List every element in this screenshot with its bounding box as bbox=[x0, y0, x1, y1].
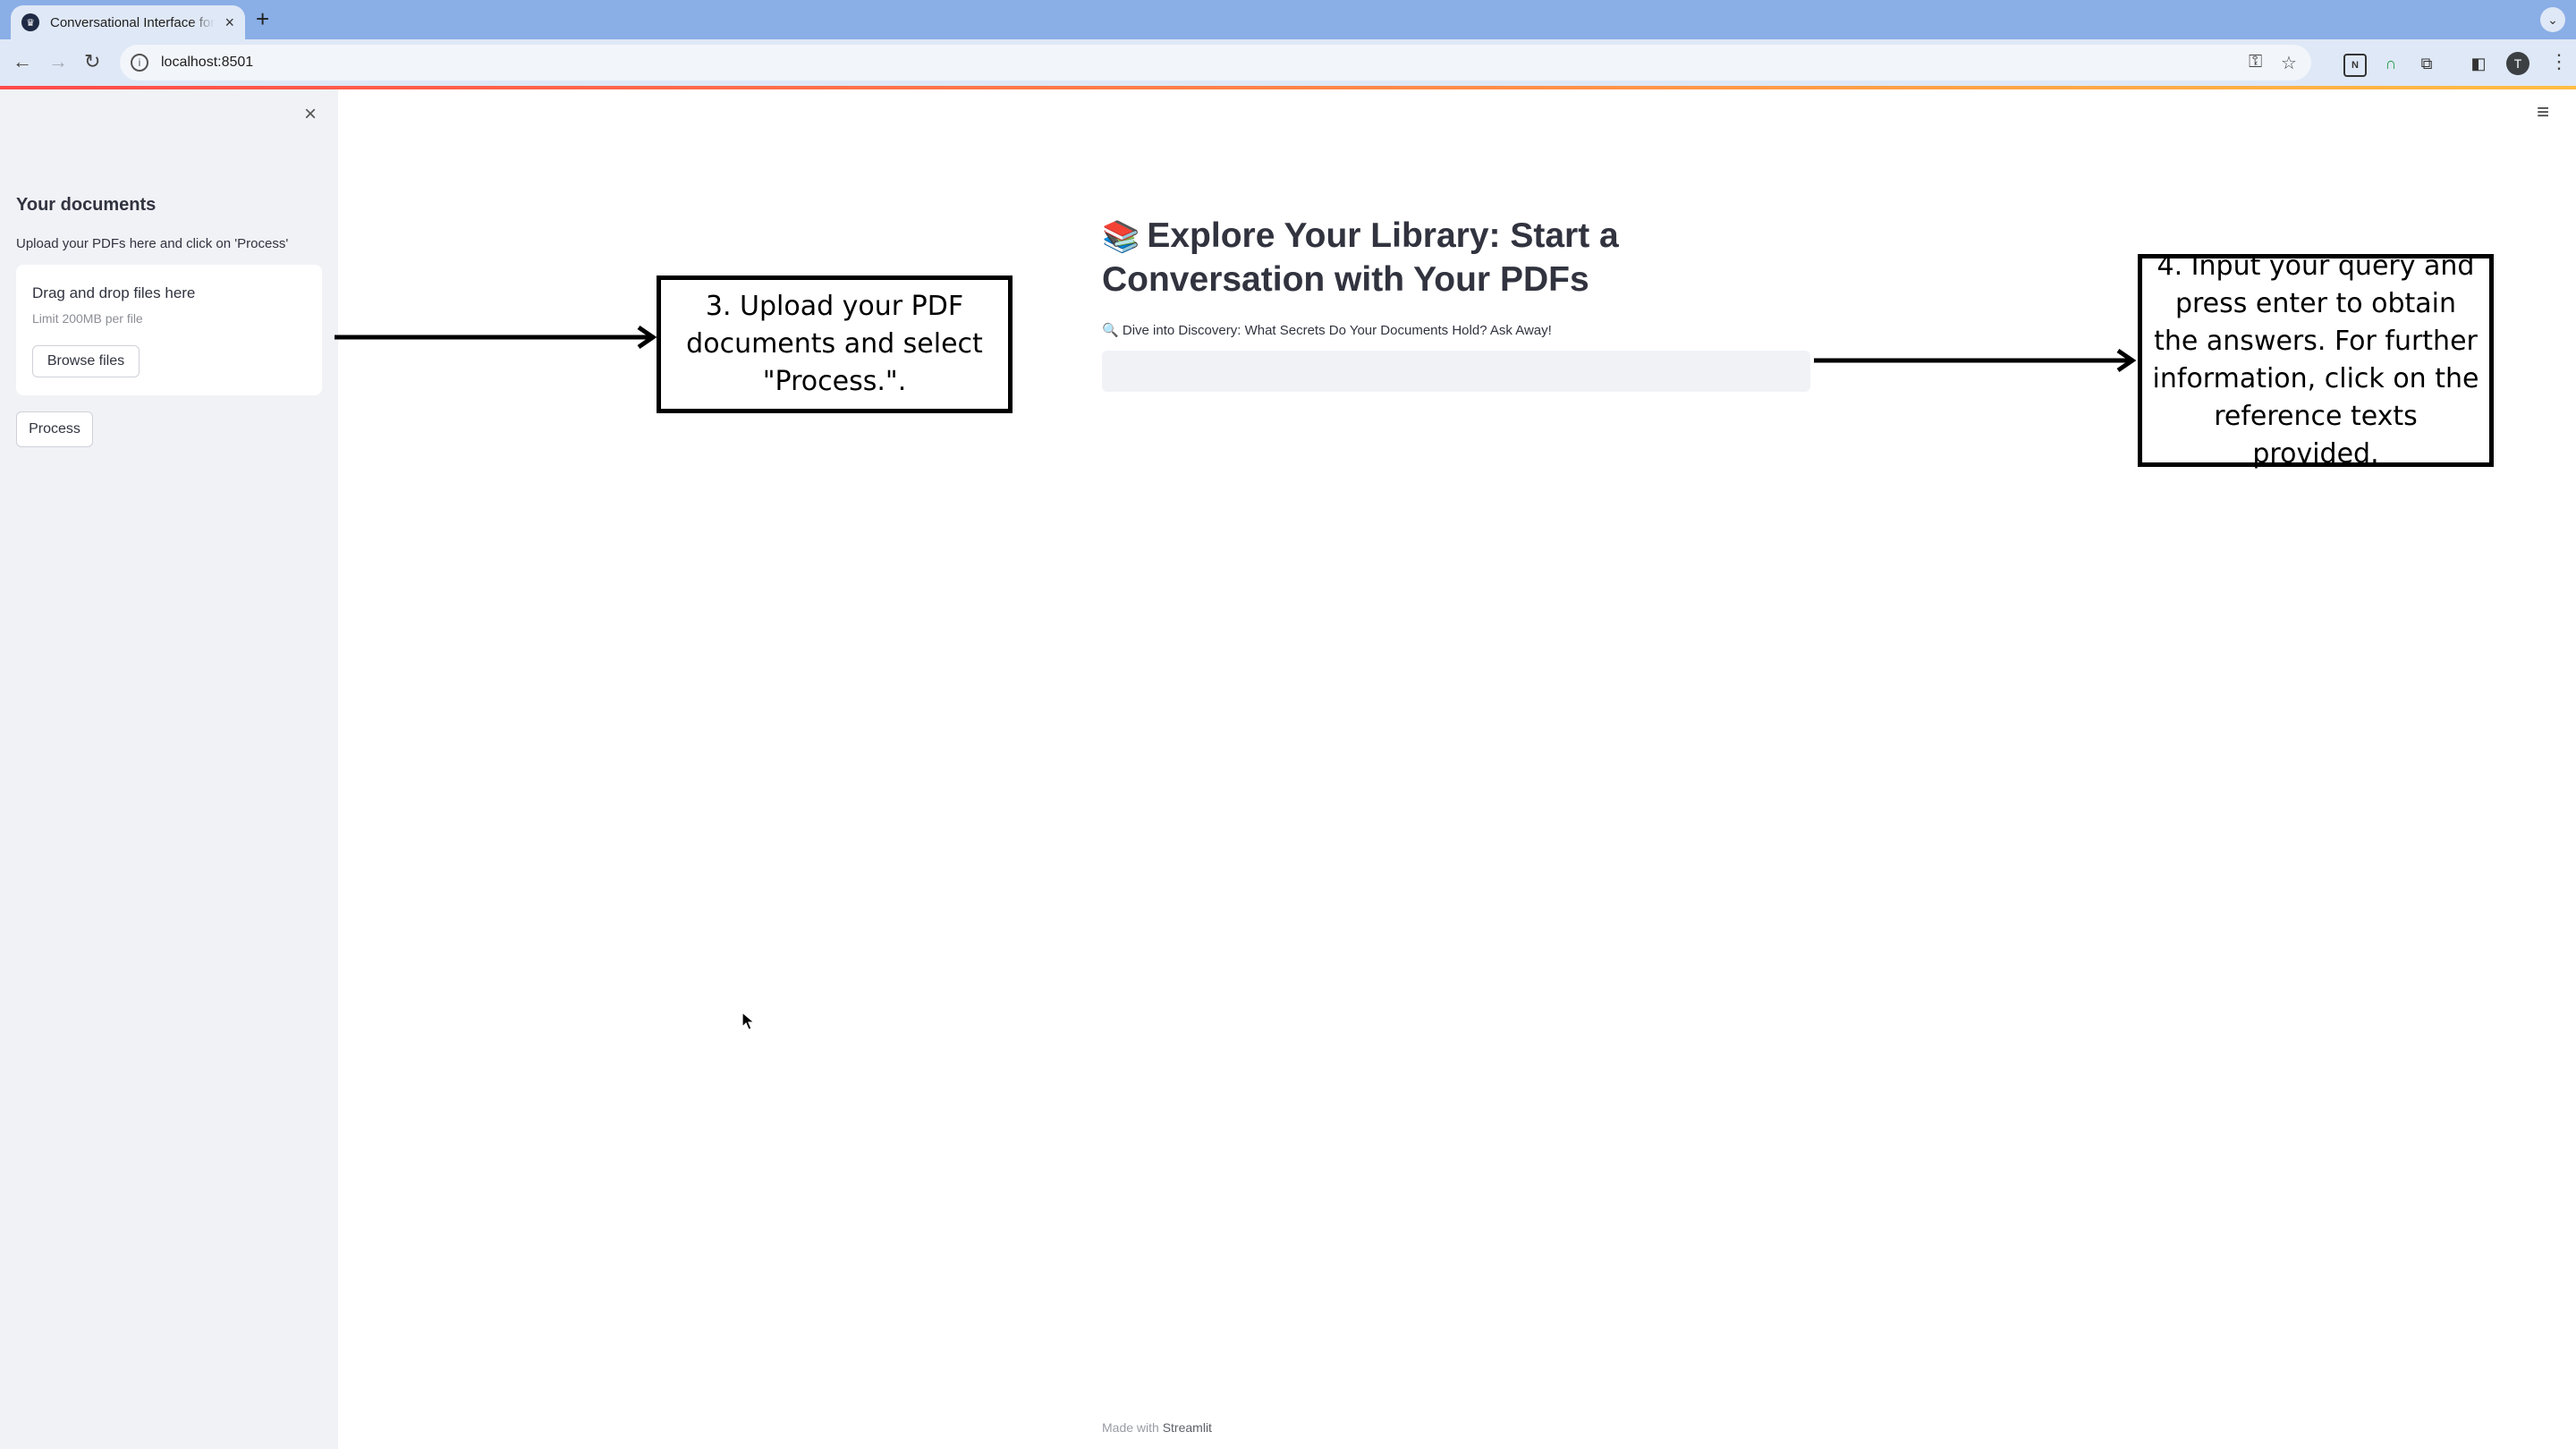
profile-avatar[interactable]: T bbox=[2506, 52, 2529, 75]
tab-close-icon[interactable]: × bbox=[225, 14, 234, 30]
books-icon: 📚 bbox=[1102, 220, 1140, 254]
forward-icon[interactable]: → bbox=[48, 50, 68, 73]
extension-n-icon[interactable]: N bbox=[2343, 54, 2367, 77]
streamlit-favicon-icon: ♛ bbox=[21, 13, 39, 31]
footer: Made with Streamlit bbox=[1102, 1420, 1212, 1435]
bookmark-star-icon[interactable]: ☆ bbox=[2281, 52, 2297, 74]
magnifier-icon: 🔍 bbox=[1102, 323, 1119, 338]
tab-title: Conversational Interface for PDFs bbox=[50, 14, 215, 30]
reload-icon[interactable]: ↻ bbox=[84, 50, 100, 73]
annotation-step-3: 3. Upload your PDF documents and select … bbox=[657, 275, 1013, 413]
query-input[interactable] bbox=[1102, 351, 1810, 392]
annotation-step-4: 4. Input your query and press enter to o… bbox=[2138, 250, 2494, 470]
app-decoration-bar bbox=[0, 86, 2576, 89]
footer-prefix: Made with bbox=[1102, 1420, 1159, 1435]
extension-headset-icon[interactable]: ∩ bbox=[2381, 54, 2401, 73]
sidebar-heading: Your documents bbox=[16, 195, 157, 215]
browser-toolbar: ← → ↻ i localhost:8501 ⚿ ☆ bbox=[0, 39, 2576, 86]
new-tab-button[interactable]: + bbox=[256, 7, 269, 30]
mouse-cursor-icon bbox=[741, 1011, 756, 1030]
process-button[interactable]: Process bbox=[16, 411, 93, 447]
sidebar: × Your documents Upload your PDFs here a… bbox=[0, 89, 338, 1449]
page-title-text: Explore Your Library: Start a Conversati… bbox=[1102, 216, 1619, 299]
sidebar-help-text: Upload your PDFs here and click on 'Proc… bbox=[16, 236, 289, 251]
annotation-arrow-3 bbox=[335, 325, 657, 350]
page-subtitle-text: Dive into Discovery: What Secrets Do You… bbox=[1122, 323, 1552, 338]
page-title: 📚 Explore Your Library: Start a Conversat… bbox=[1102, 215, 1835, 301]
side-panel-icon[interactable]: ◧ bbox=[2469, 54, 2488, 73]
extensions-puzzle-icon[interactable]: ⧉ bbox=[2417, 54, 2436, 73]
browser-tab[interactable]: ♛ Conversational Interface for PDFs × bbox=[11, 5, 245, 39]
footer-streamlit-link[interactable]: Streamlit bbox=[1163, 1420, 1212, 1435]
address-url[interactable]: localhost:8501 bbox=[161, 55, 253, 71]
password-key-icon[interactable]: ⚿ bbox=[2249, 52, 2262, 72]
browse-files-button[interactable]: Browse files bbox=[32, 345, 140, 377]
site-info-icon[interactable]: i bbox=[131, 54, 148, 72]
page-subtitle: 🔍 Dive into Discovery: What Secrets Do Y… bbox=[1102, 322, 1552, 338]
file-uploader-dropzone[interactable]: Drag and drop files here Limit 200MB per… bbox=[16, 265, 322, 395]
main-menu-icon[interactable]: ≡ bbox=[2537, 100, 2549, 125]
tab-search-menu-icon[interactable]: ⌄ bbox=[2540, 7, 2565, 32]
address-bar[interactable]: i localhost:8501 ⚿ ☆ bbox=[120, 45, 2311, 80]
dropzone-limit: Limit 200MB per file bbox=[32, 311, 143, 326]
browser-menu-icon[interactable]: ⋮ bbox=[2549, 50, 2569, 73]
annotation-arrow-4 bbox=[1814, 348, 2137, 373]
dropzone-title: Drag and drop files here bbox=[32, 284, 196, 301]
sidebar-close-icon[interactable]: × bbox=[304, 102, 317, 127]
back-icon[interactable]: ← bbox=[13, 50, 32, 73]
browser-tabstrip: ♛ Conversational Interface for PDFs × + … bbox=[0, 0, 2576, 39]
